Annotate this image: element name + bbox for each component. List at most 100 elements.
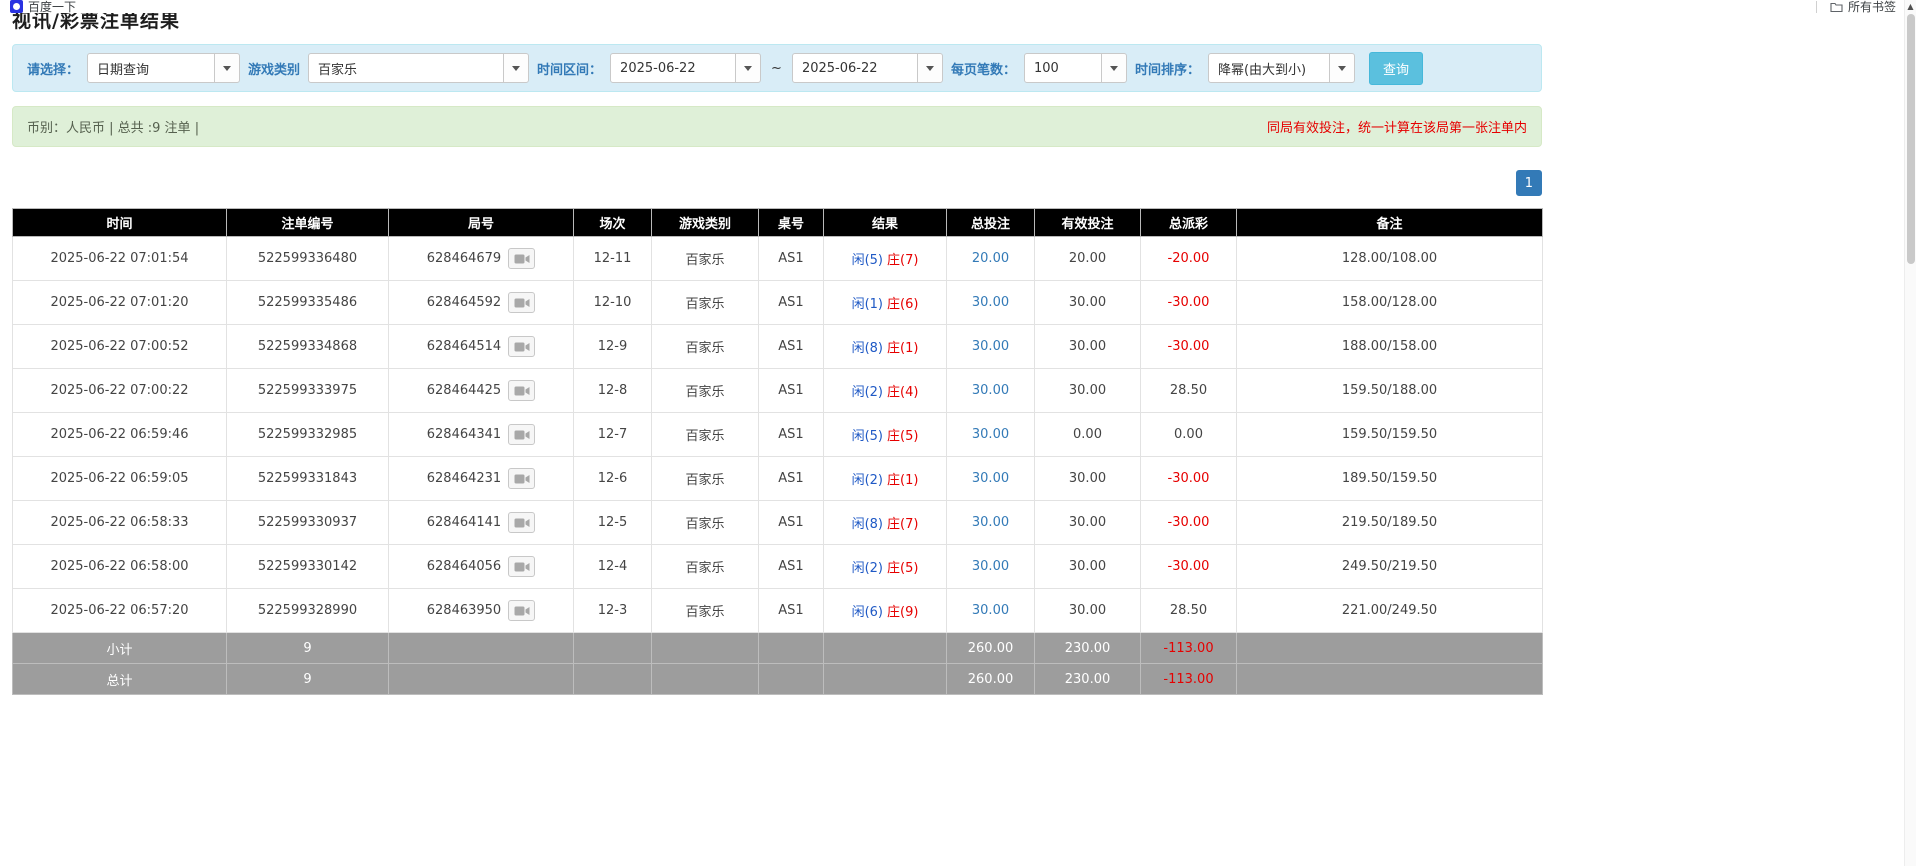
page-title: 视讯/彩票注单结果 <box>12 13 1542 33</box>
cell-table: AS1 <box>759 457 824 501</box>
scrollbar-thumb[interactable] <box>1907 14 1915 264</box>
time-sort-dropdown-button[interactable] <box>1329 53 1355 83</box>
bookmark-baidu-label: 百度一下 <box>28 0 76 13</box>
cell-game: 百家乐 <box>652 545 759 589</box>
query-type-select[interactable]: 日期查询 <box>87 53 240 83</box>
cell-time: 2025-06-22 07:01:20 <box>13 281 227 325</box>
video-icon[interactable] <box>508 512 535 533</box>
video-icon[interactable] <box>508 556 535 577</box>
scrollbar[interactable]: ▲ <box>1904 0 1916 866</box>
page-size-label: 每页笔数： <box>951 59 1016 78</box>
game-category-value[interactable]: 百家乐 <box>308 53 504 83</box>
footer-empty <box>759 664 824 695</box>
result-player: 闲(8) <box>852 517 883 532</box>
cell-game: 百家乐 <box>652 281 759 325</box>
chevron-down-icon <box>744 66 752 71</box>
result-banker: 庄(5) <box>887 561 918 576</box>
cell-total-bet[interactable]: 30.00 <box>947 501 1035 545</box>
cell-total-bet[interactable]: 30.00 <box>947 413 1035 457</box>
video-icon[interactable] <box>508 380 535 401</box>
date-end-select[interactable]: 2025-06-22 <box>792 53 943 83</box>
query-type-value[interactable]: 日期查询 <box>87 53 215 83</box>
date-end-value[interactable]: 2025-06-22 <box>792 53 918 83</box>
cell-session: 12-3 <box>574 589 652 633</box>
query-type-dropdown-button[interactable] <box>214 53 240 83</box>
page-button[interactable]: 1 <box>1516 170 1542 196</box>
game-category-dropdown-button[interactable] <box>503 53 529 83</box>
table-header-row: 时间注单编号局号场次游戏类别桌号结果总投注有效投注总派彩备注 <box>13 209 1543 237</box>
video-icon[interactable] <box>508 468 535 489</box>
cell-total-bet[interactable]: 20.00 <box>947 237 1035 281</box>
cell-valid-bet: 30.00 <box>1035 325 1141 369</box>
round-id: 628464514 <box>427 339 501 354</box>
summary-bar: 币别：人民币 | 总共 :9 注单 | 同局有效投注，统一计算在该局第一张注单内 <box>12 106 1542 147</box>
chevron-down-icon <box>926 66 934 71</box>
cell-result: 闲(2)庄(4) <box>824 369 947 413</box>
footer-empty <box>389 633 574 664</box>
game-category-select[interactable]: 百家乐 <box>308 53 529 83</box>
cell-round: 628463950 <box>389 589 574 633</box>
cell-payout: -30.00 <box>1141 281 1237 325</box>
result-player: 闲(6) <box>852 605 883 620</box>
date-start-value[interactable]: 2025-06-22 <box>610 53 736 83</box>
cell-total-bet[interactable]: 30.00 <box>947 589 1035 633</box>
round-id: 628464056 <box>427 559 501 574</box>
cell-session: 12-8 <box>574 369 652 413</box>
cell-payout: 0.00 <box>1141 413 1237 457</box>
footer-total-bet: 260.00 <box>947 633 1035 664</box>
table-foot: 小计 9 260.00 230.00 -113.00 总计 9 260.00 2… <box>13 633 1543 695</box>
cell-game: 百家乐 <box>652 237 759 281</box>
footer-empty <box>1237 633 1543 664</box>
cell-session: 12-4 <box>574 545 652 589</box>
footer-payout: -113.00 <box>1141 664 1237 695</box>
table-row: 2025-06-22 06:59:05 522599331843 6284642… <box>13 457 1543 501</box>
search-button[interactable]: 查询 <box>1369 52 1423 85</box>
time-sort-label: 时间排序： <box>1135 59 1200 78</box>
date-start-select[interactable]: 2025-06-22 <box>610 53 761 83</box>
footer-empty <box>824 664 947 695</box>
video-icon[interactable] <box>508 336 535 357</box>
cell-session: 12-6 <box>574 457 652 501</box>
cell-total-bet[interactable]: 30.00 <box>947 369 1035 413</box>
cell-table: AS1 <box>759 545 824 589</box>
cell-total-bet[interactable]: 30.00 <box>947 545 1035 589</box>
page-title-wrap: 视讯/彩票注单结果 <box>12 13 1542 33</box>
footer-empty <box>574 633 652 664</box>
cell-note: 188.00/158.00 <box>1237 325 1543 369</box>
cell-result: 闲(2)庄(1) <box>824 457 947 501</box>
cell-session: 12-9 <box>574 325 652 369</box>
time-sort-value[interactable]: 降幂(由大到小) <box>1208 53 1330 83</box>
pagination: 1 <box>12 170 1542 196</box>
cell-total-bet[interactable]: 30.00 <box>947 457 1035 501</box>
scroll-up-arrow[interactable]: ▲ <box>1905 0 1916 13</box>
result-player: 闲(5) <box>852 253 883 268</box>
page-size-value[interactable]: 100 <box>1024 53 1102 83</box>
page-size-dropdown-button[interactable] <box>1101 53 1127 83</box>
cell-total-bet[interactable]: 30.00 <box>947 325 1035 369</box>
cell-note: 219.50/189.50 <box>1237 501 1543 545</box>
bookmark-all-label[interactable]: 所有书签 <box>1848 0 1896 13</box>
time-sort-select[interactable]: 降幂(由大到小) <box>1208 53 1355 83</box>
column-header: 局号 <box>389 209 574 237</box>
page-size-select[interactable]: 100 <box>1024 53 1127 83</box>
date-start-dropdown-button[interactable] <box>735 53 761 83</box>
result-banker: 庄(7) <box>887 517 918 532</box>
video-icon[interactable] <box>508 292 535 313</box>
column-header: 总投注 <box>947 209 1035 237</box>
footer-empty <box>759 633 824 664</box>
date-end-dropdown-button[interactable] <box>917 53 943 83</box>
result-banker: 庄(5) <box>887 429 918 444</box>
cell-total-bet[interactable]: 30.00 <box>947 281 1035 325</box>
bookmark-baidu[interactable]: 百度一下 <box>10 0 76 13</box>
video-icon[interactable] <box>508 600 535 621</box>
table-row: 2025-06-22 06:58:33 522599330937 6284641… <box>13 501 1543 545</box>
cell-payout: 28.50 <box>1141 369 1237 413</box>
cell-game: 百家乐 <box>652 325 759 369</box>
cell-valid-bet: 30.00 <box>1035 281 1141 325</box>
cell-table: AS1 <box>759 237 824 281</box>
cell-valid-bet: 20.00 <box>1035 237 1141 281</box>
video-icon[interactable] <box>508 248 535 269</box>
bookmarks-folder-icon <box>1830 1 1843 13</box>
column-header: 注单编号 <box>227 209 389 237</box>
video-icon[interactable] <box>508 424 535 445</box>
